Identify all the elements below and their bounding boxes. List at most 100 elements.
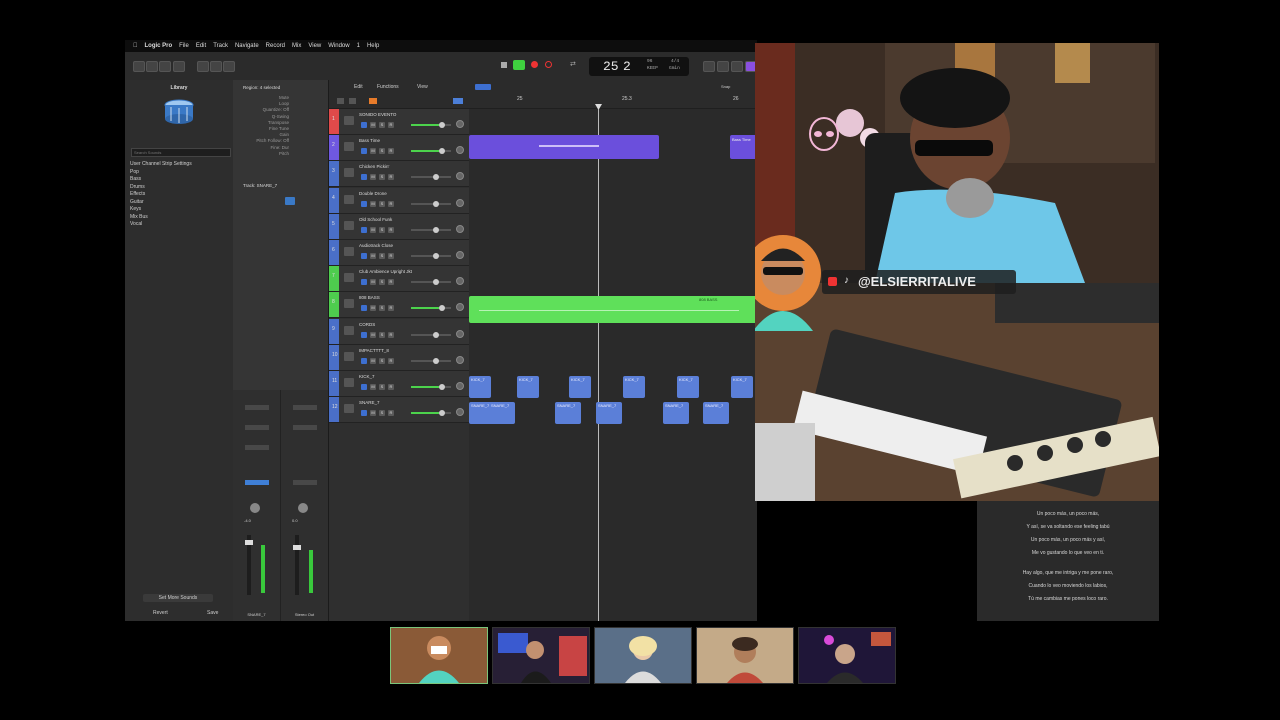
track-header[interactable]: 3 Chicken Pickin' M S R [329,161,469,188]
track-instrument-icon[interactable] [344,116,354,125]
track-volume-slider[interactable] [411,359,451,362]
region-header[interactable]: Region: 4 selected [243,85,280,90]
edit-menu[interactable]: Edit [354,84,363,90]
snare-region[interactable]: SNARE_7 [703,402,729,424]
menu-record[interactable]: Record [266,43,285,49]
library-item[interactable]: User Channel Strip Settings [130,161,192,169]
view-menu[interactable]: View [417,84,428,90]
record-enable-button[interactable]: R [388,148,394,155]
snare-region[interactable]: SNARE_7 [596,402,622,424]
track-name[interactable]: Old School Funk [359,217,392,222]
track-header[interactable]: 11 KICK_7 M S R [329,371,469,397]
track-pan-knob[interactable] [456,251,464,259]
track-on-button[interactable] [361,305,367,312]
app-menu[interactable]: Logic Pro [145,43,173,49]
mute-button[interactable]: M [370,226,376,233]
solo-button[interactable]: S [379,174,385,181]
pan-knob[interactable] [250,503,260,513]
track-volume-knob[interactable] [433,357,439,364]
record-enable-button[interactable]: R [388,410,394,417]
record-enable-button[interactable]: R [388,331,394,338]
snare-region[interactable]: SNARE_7 [663,402,689,424]
track-volume-knob[interactable] [439,384,445,390]
audio-region-purple[interactable]: Bass Time [730,135,757,159]
track-on-button[interactable] [361,226,367,233]
track-header[interactable]: 2 Bass Time M S R [329,135,469,162]
pointer-tool[interactable] [475,84,491,90]
record-enable-button[interactable]: R [388,384,394,390]
kick-region[interactable]: KICK_7 [677,376,699,398]
editors-icon[interactable] [223,61,235,72]
library-item[interactable]: Vocal [130,221,192,229]
solo-button[interactable]: S [379,331,385,338]
save-button[interactable]: Save [207,610,218,616]
track-volume-knob[interactable] [439,410,445,417]
track-on-button[interactable] [361,357,367,364]
output-slot[interactable] [245,480,269,485]
mute-button[interactable]: M [370,279,376,286]
menu-mix[interactable]: Mix [292,43,301,49]
revert-button[interactable]: Revert [153,610,168,616]
track-instrument-icon[interactable] [344,299,354,309]
track-on-button[interactable] [361,410,367,417]
track-on-button[interactable] [361,148,367,155]
track-header[interactable]: 4 Double Drone M S R [329,187,469,214]
track-volume-slider[interactable] [411,228,451,231]
track-instrument-icon[interactable] [344,168,354,178]
track-pan-knob[interactable] [456,355,464,364]
track-header[interactable]: 12 SNARE_7 M S R [329,397,469,424]
solo-button[interactable]: S [379,410,385,417]
track-name[interactable]: Audiotrack Close [359,243,393,248]
track-icon[interactable] [285,197,295,205]
snap-label[interactable]: Snap [721,84,730,89]
volume-fader[interactable] [245,540,253,545]
apple-icon[interactable]:  [133,43,138,49]
audio-region-purple[interactable] [469,135,659,159]
library-toggle-icon[interactable] [133,61,145,72]
volume-fader[interactable] [293,545,301,550]
setting-slot[interactable] [245,405,269,410]
lcd-display[interactable]: 25 2 96 KEEP 4/4 Gmin [589,57,689,76]
track-name[interactable]: 808 BASS [359,295,380,300]
track-name[interactable]: KICK_7 [359,374,375,379]
track-pan-knob[interactable] [456,172,464,181]
inspector-toggle-icon[interactable] [146,61,158,72]
menu-navigate[interactable]: Navigate [235,43,259,49]
track-volume-slider[interactable] [411,333,451,336]
record-enable-button[interactable]: R [388,226,394,233]
solo-button[interactable]: S [379,279,385,286]
mute-button[interactable]: M [370,253,376,259]
menu-view[interactable]: View [308,43,321,49]
track-instrument-icon[interactable] [344,247,354,256]
track-volume-knob[interactable] [433,253,439,259]
track-instrument-icon[interactable] [344,378,354,387]
mute-button[interactable]: M [370,174,376,181]
add-track-icon[interactable] [337,98,344,104]
track-name[interactable]: IMPACTTTT_8 [359,348,389,353]
menu-edit[interactable]: Edit [196,43,206,49]
participant-thumbnail[interactable] [594,627,692,684]
track-volume-knob[interactable] [439,305,445,312]
menu-1[interactable]: 1 [357,43,360,49]
track-header[interactable]: 10 IMPACTTTT_8 M S R [329,344,469,371]
input-slot[interactable] [245,445,269,450]
track-on-button[interactable] [361,331,367,338]
output-slot[interactable] [293,480,317,485]
track-instrument-icon[interactable] [344,273,354,283]
record-enable-button[interactable]: R [388,279,394,286]
track-name[interactable]: Chicken Pickin' [359,164,389,169]
track-header[interactable]: 8 808 BASS M S R [329,292,469,319]
track-volume-knob[interactable] [439,148,445,155]
set-more-sounds-button[interactable]: Set More Sounds [143,594,213,602]
snare-region[interactable]: SNARE_7 [555,402,581,424]
track-pan-knob[interactable] [456,146,464,155]
eq-slot[interactable] [293,425,317,430]
solo-button[interactable]: S [379,226,385,233]
track-volume-knob[interactable] [433,226,439,233]
track-on-button[interactable] [361,279,367,286]
track-volume-knob[interactable] [433,174,439,181]
track-volume-slider[interactable] [411,202,451,205]
record-enable-button[interactable]: R [388,253,394,259]
library-item[interactable]: Keys [130,206,192,214]
track-on-button[interactable] [361,384,367,390]
